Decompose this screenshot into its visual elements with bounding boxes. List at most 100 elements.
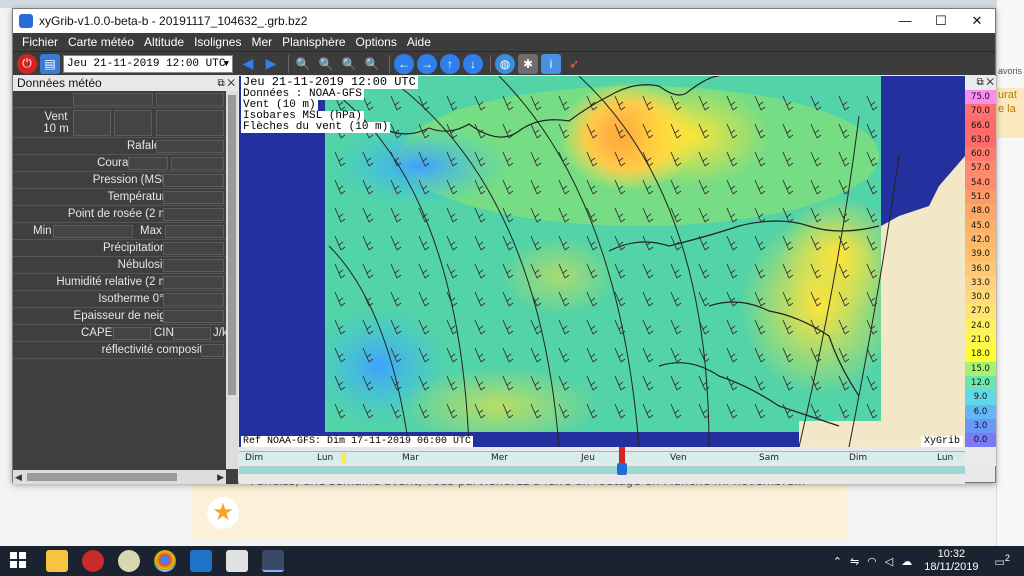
panel-horizontal-scrollbar[interactable]: ◀ ▶ xyxy=(13,470,226,484)
panel-row-temperature[interactable]: Température xyxy=(13,189,238,206)
favoris-link[interactable]: avoris xyxy=(998,66,1022,76)
row-label-neige: Epaisseur de neige xyxy=(73,310,172,322)
map-brand: XyGrib xyxy=(920,436,963,447)
panel-row-courant[interactable]: Courant xyxy=(13,155,238,172)
zoom-in-icon[interactable]: 🔍 xyxy=(293,54,313,74)
menu-planisphere[interactable]: Planisphère xyxy=(277,33,350,51)
panel-row-point-rosee[interactable]: Point de rosée (2 m) xyxy=(13,206,238,223)
map-reference: Ref NOAA-GFS: Dim 17-11-2019 06:00 UTC xyxy=(241,436,474,447)
day-label: Ven xyxy=(670,453,687,463)
panel-row-humidite[interactable]: Humidité relative (2 m) xyxy=(13,274,238,291)
legend-swatch: 54.0 xyxy=(965,175,996,191)
nav-down-icon[interactable]: ↓ xyxy=(463,53,483,74)
panel-row-reflectivite[interactable]: réflectivité composite xyxy=(13,342,238,359)
panel-row-min-max[interactable]: Min Max xyxy=(13,223,238,240)
menu-mer[interactable]: Mer xyxy=(246,33,277,51)
zoom-fit-icon[interactable]: 🔍 xyxy=(362,54,382,74)
system-clock[interactable]: 10:32 18/11/2019 xyxy=(924,548,978,574)
panel-header: Données météo ⧉ ✕ xyxy=(13,76,238,91)
timeline-track[interactable] xyxy=(239,466,965,474)
onedrive-icon[interactable]: ☁ xyxy=(901,555,912,568)
weather-data-panel: Données météo ⧉ ✕ Vent 10 m Rafales Cour… xyxy=(13,76,238,484)
panel-float-close-icon[interactable]: ⧉ ✕ xyxy=(217,76,235,91)
row-label-reflectivite: réflectivité composite xyxy=(101,344,209,356)
panel-row-nebulosite[interactable]: Nébulosité xyxy=(13,257,238,274)
panel-row-cape-cin[interactable]: CAPE CIN J/k xyxy=(13,325,238,342)
color-legend: ⧉ ✕ 75.0 70.0 66.0 63.0 60.0 57.0 54.0 51.0 48.0… xyxy=(965,76,996,466)
maximize-button[interactable]: ☐ xyxy=(923,9,959,33)
app-generic-icon[interactable] xyxy=(226,550,248,572)
legend-swatch: 15.0 xyxy=(965,361,996,376)
panel-row-isotherme[interactable]: Isotherme 0°C xyxy=(13,291,238,308)
date-select[interactable]: Jeu 21-11-2019 12:00 UTC ▼ xyxy=(63,54,233,73)
app-red-icon[interactable] xyxy=(82,550,104,572)
chrome-icon[interactable] xyxy=(154,550,176,572)
timeline-slider-handle[interactable] xyxy=(617,463,627,475)
menu-fichier[interactable]: Fichier xyxy=(17,33,63,51)
day-label: Mar xyxy=(402,453,419,463)
close-button[interactable]: ✕ xyxy=(959,9,995,33)
star-icon[interactable]: ★ xyxy=(207,497,239,529)
background-right-strip xyxy=(996,0,1024,546)
title-bar[interactable]: xyGrib-v1.0.0-beta-b - 20191117_104632_.… xyxy=(13,9,995,33)
legend-swatch: 24.0 xyxy=(965,318,996,334)
panel-row-precipitations[interactable]: Précipitations xyxy=(13,240,238,257)
minimize-button[interactable]: — xyxy=(887,9,923,33)
zoom-out-icon[interactable]: 🔍 xyxy=(339,54,359,74)
app-clock-icon[interactable] xyxy=(118,550,140,572)
nav-up-icon[interactable]: ↑ xyxy=(440,53,460,74)
panel-row-pression[interactable]: Pression (MSL) xyxy=(13,172,238,189)
wifi-icon[interactable]: ◠ xyxy=(867,555,877,568)
legend-swatch: 36.0 xyxy=(965,261,996,276)
map-info-overlay: Jeu 21-11-2019 12:00 UTC Données : NOAA-… xyxy=(241,76,418,133)
panel-row-rafales[interactable]: Rafales xyxy=(13,138,238,155)
timeline-marker xyxy=(341,453,346,463)
rocket-icon[interactable]: ➶ xyxy=(564,54,584,74)
prev-arrow-icon[interactable]: ◀ xyxy=(238,54,258,74)
nav-right-icon[interactable]: → xyxy=(417,53,437,74)
globe-icon[interactable]: ◍ xyxy=(495,53,515,74)
legend-float-close-icon[interactable]: ⧉ ✕ xyxy=(965,76,996,90)
legend-swatch: 45.0 xyxy=(965,218,996,233)
panel-row-neige[interactable]: Epaisseur de neige xyxy=(13,308,238,325)
timeline[interactable]: Dim Lun Mar Mer Jeu Ven Sam Dim Lun xyxy=(239,447,965,484)
legend-swatch: 3.0 xyxy=(965,418,996,434)
panel-vertical-scrollbar[interactable] xyxy=(226,91,238,469)
day-label: Sam xyxy=(759,453,779,463)
notification-icon[interactable]: ▭2 xyxy=(995,553,1011,569)
app-blue-icon[interactable] xyxy=(190,550,212,572)
menu-aide[interactable]: Aide xyxy=(402,33,436,51)
quit-icon[interactable]: ⏻ xyxy=(17,53,37,74)
window-title: xyGrib-v1.0.0-beta-b - 20191117_104632_.… xyxy=(39,14,308,28)
file-explorer-icon[interactable] xyxy=(46,550,68,572)
zoom-area-icon[interactable]: 🔍 xyxy=(316,54,336,74)
nav-left-icon[interactable]: ← xyxy=(394,53,414,74)
info-icon[interactable]: i xyxy=(541,53,561,74)
chevron-up-icon[interactable]: ⌃ xyxy=(833,555,842,568)
menu-isolignes[interactable]: Isolignes xyxy=(189,33,246,51)
notification-count: 2 xyxy=(1004,553,1010,564)
day-label: Dim xyxy=(245,453,264,463)
next-arrow-icon[interactable]: ▶ xyxy=(261,54,281,74)
weather-map[interactable]: Jeu 21-11-2019 12:00 UTC Données : NOAA-… xyxy=(239,76,965,447)
menu-options[interactable]: Options xyxy=(351,33,402,51)
legend-swatch: 9.0 xyxy=(965,390,996,405)
menu-altitude[interactable]: Altitude xyxy=(139,33,189,51)
day-label: Lun xyxy=(937,453,954,463)
open-file-icon[interactable]: ▤ xyxy=(40,53,60,74)
panel-row-vent[interactable]: Vent 10 m xyxy=(13,108,238,138)
legend-swatch: 33.0 xyxy=(965,275,996,291)
menu-carte-meteo[interactable]: Carte météo xyxy=(63,33,139,51)
legend-swatch: 57.0 xyxy=(965,161,996,176)
row-label-min: Min xyxy=(33,225,52,237)
settings-icon[interactable]: ✱ xyxy=(518,53,538,74)
system-tray: ⌃ ⇋ ◠ ◁ ☁ 10:32 18/11/2019 ▭2 xyxy=(829,546,1014,576)
row-label-isotherme: Isotherme 0°C xyxy=(98,293,172,305)
xygrib-taskbar-icon[interactable] xyxy=(262,550,284,572)
network-icon[interactable]: ⇋ xyxy=(850,555,859,568)
toolbar: ⏻ ▤ Jeu 21-11-2019 12:00 UTC ▼ ◀ ▶ 🔍 🔍 🔍… xyxy=(13,51,995,75)
legend-swatch: 70.0 xyxy=(965,104,996,119)
windows-start-icon[interactable] xyxy=(10,552,26,568)
legend-swatch: 42.0 xyxy=(965,232,996,248)
volume-icon[interactable]: ◁ xyxy=(885,555,893,568)
